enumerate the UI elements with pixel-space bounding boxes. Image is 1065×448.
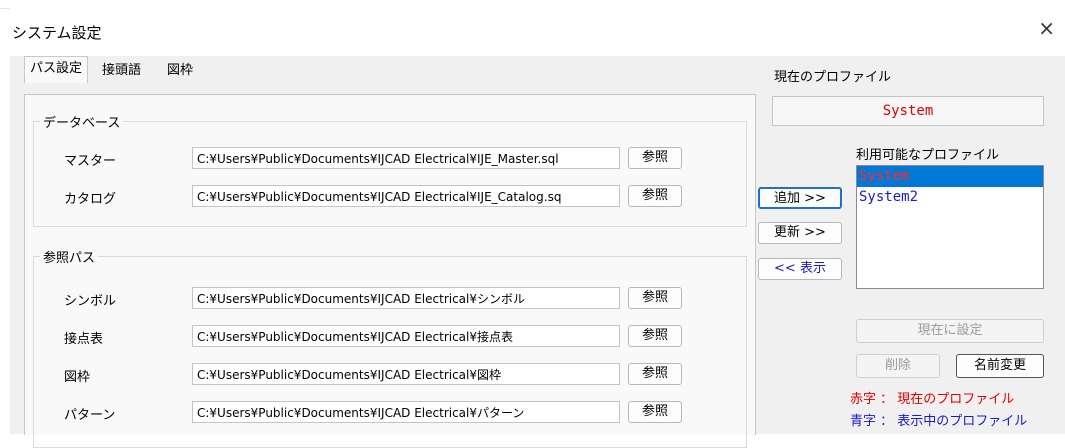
title-bar: システム設定 × xyxy=(10,8,1065,56)
tab-frame[interactable]: 図枠 xyxy=(162,60,198,82)
database-group: データベース マスター C:¥Users¥Public¥Documents¥IJ… xyxy=(33,112,747,227)
catalog-label: カタログ xyxy=(64,192,117,207)
delete-profile-button[interactable]: 削除 xyxy=(856,354,940,378)
reference-row-symbol: シンボル C:¥Users¥Public¥Documents¥IJCAD Ele… xyxy=(34,287,746,311)
tab-path-settings[interactable]: パス設定 xyxy=(24,56,89,83)
update-profile-button[interactable]: 更新 >> xyxy=(758,222,842,244)
symbol-label: シンボル xyxy=(64,294,117,309)
catalog-browse-button[interactable]: 参照 xyxy=(628,185,682,207)
contact-table-label: 接点表 xyxy=(64,332,104,347)
tab-label: 図枠 xyxy=(167,63,194,78)
reference-row-pattern: パターン C:¥Users¥Public¥Documents¥IJCAD Ele… xyxy=(34,401,746,425)
frame-label: 図枠 xyxy=(64,370,91,385)
list-item[interactable]: System2 xyxy=(857,187,1043,208)
contact-table-path-field[interactable]: C:¥Users¥Public¥Documents¥IJCAD Electric… xyxy=(192,325,620,347)
system-settings-dialog: パス設定 接頭語 図枠 データベース マスター C:¥Users¥Public¥… xyxy=(10,56,1065,448)
database-row-master: マスター C:¥Users¥Public¥Documents¥IJCAD Ele… xyxy=(34,147,746,171)
current-profile-label: 現在のプロファイル xyxy=(774,70,892,85)
close-icon[interactable]: × xyxy=(1038,16,1055,40)
contact-table-browse-button[interactable]: 参照 xyxy=(628,325,682,347)
add-profile-button[interactable]: 追加 >> xyxy=(758,187,842,209)
tab-label: パス設定 xyxy=(30,61,83,76)
rename-profile-button[interactable]: 名前変更 xyxy=(956,354,1044,378)
tab-label: 接頭語 xyxy=(102,63,142,78)
pattern-path-field[interactable]: C:¥Users¥Public¥Documents¥IJCAD Electric… xyxy=(192,401,620,423)
available-profiles-label: 利用可能なプロファイル xyxy=(856,148,1000,163)
master-path-field[interactable]: C:¥Users¥Public¥Documents¥IJCAD Electric… xyxy=(192,147,620,169)
set-current-button[interactable]: 現在に設定 xyxy=(856,319,1044,343)
pattern-browse-button[interactable]: 参照 xyxy=(628,401,682,423)
red-text-legend: 赤字 ： 現在のプロファイル xyxy=(850,392,1015,407)
blue-text-legend: 青字 ： 表示中のプロファイル xyxy=(850,414,1028,429)
database-group-legend: データベース xyxy=(40,112,124,131)
current-profile-display: System xyxy=(772,96,1044,126)
master-browse-button[interactable]: 参照 xyxy=(628,147,682,169)
catalog-path-field[interactable]: C:¥Users¥Public¥Documents¥IJCAD Electric… xyxy=(192,185,620,207)
reference-row-frame: 図枠 C:¥Users¥Public¥Documents¥IJCAD Elect… xyxy=(34,363,746,387)
reference-path-group-legend: 参照パス xyxy=(40,247,99,266)
available-profiles-list[interactable]: System System2 xyxy=(856,165,1044,289)
frame-browse-button[interactable]: 参照 xyxy=(628,363,682,385)
list-item[interactable]: System xyxy=(857,166,1043,187)
reference-path-group: 参照パス シンボル C:¥Users¥Public¥Documents¥IJCA… xyxy=(33,247,747,448)
pattern-label: パターン xyxy=(64,408,116,423)
database-row-catalog: カタログ C:¥Users¥Public¥Documents¥IJCAD Ele… xyxy=(34,185,746,209)
show-profile-button[interactable]: << 表示 xyxy=(758,258,842,280)
master-label: マスター xyxy=(64,154,117,169)
window-title: システム設定 xyxy=(12,24,102,42)
frame-path-field[interactable]: C:¥Users¥Public¥Documents¥IJCAD Electric… xyxy=(192,363,620,385)
symbol-browse-button[interactable]: 参照 xyxy=(628,287,682,309)
path-settings-panel: データベース マスター C:¥Users¥Public¥Documents¥IJ… xyxy=(24,94,756,448)
tab-prefix[interactable]: 接頭語 xyxy=(97,60,146,82)
reference-row-contact-table: 接点表 C:¥Users¥Public¥Documents¥IJCAD Elec… xyxy=(34,325,746,349)
symbol-path-field[interactable]: C:¥Users¥Public¥Documents¥IJCAD Electric… xyxy=(192,287,620,309)
